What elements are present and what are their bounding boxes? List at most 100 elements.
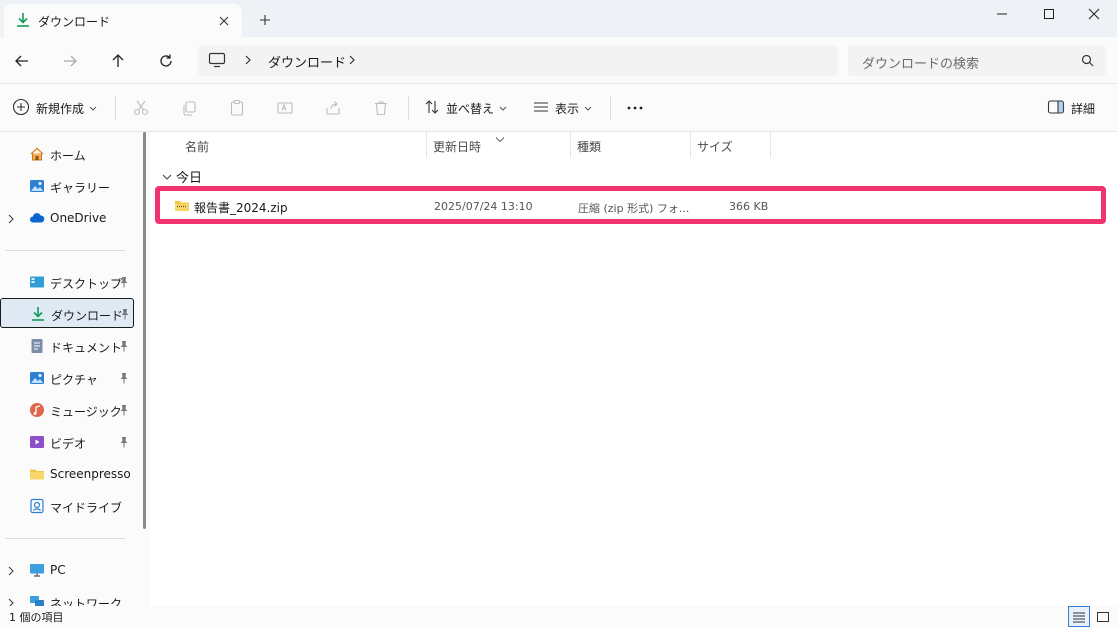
pin-icon[interactable]	[119, 340, 129, 355]
maximize-icon[interactable]	[1026, 0, 1072, 28]
sidebar-item-desktop[interactable]: デスクトップ	[0, 267, 134, 297]
scissors-icon[interactable]	[131, 98, 151, 118]
sidebar-item-label: ホーム	[50, 149, 86, 163]
video-icon	[29, 434, 45, 450]
download-icon	[15, 12, 31, 31]
address-bar[interactable]: ダウンロード	[198, 45, 838, 76]
sidebar-item-videos[interactable]: ビデオ	[0, 427, 134, 457]
document-icon	[29, 338, 45, 354]
monitor-icon	[208, 52, 226, 71]
file-date: 2025/07/24 13:10	[434, 200, 533, 213]
picture-icon	[29, 370, 45, 386]
gallery-icon	[29, 178, 45, 194]
column-header-type[interactable]: 種類	[577, 138, 601, 155]
sidebar-item-label: Screenpresso	[50, 467, 131, 481]
folder-icon	[29, 466, 45, 482]
zip-folder-icon	[174, 198, 190, 217]
chevron-right-icon[interactable]	[346, 53, 358, 70]
status-bar: 1 個の項目	[0, 606, 1117, 627]
up-arrow-icon[interactable]	[106, 49, 130, 73]
sidebar-item-label: マイドライブ	[50, 501, 123, 515]
search-input[interactable]: ダウンロードの検索	[848, 45, 1106, 76]
cloud-icon	[29, 210, 45, 226]
sidebar-item-downloads[interactable]: ダウンロード	[0, 298, 134, 328]
file-name[interactable]: 報告書_2024.zip	[194, 199, 288, 216]
chevron-down-icon	[89, 101, 97, 115]
tiles-view-icon[interactable]	[1092, 606, 1114, 627]
sidebar-item-label: ピクチャ	[50, 373, 98, 387]
tab-downloads[interactable]: ダウンロード	[4, 4, 242, 37]
details-view-icon[interactable]	[1068, 606, 1090, 627]
file-list: 名前 更新日時 種類 サイズ 今日 報告書_2024.zip 2025/07/2…	[152, 132, 1117, 606]
trash-icon[interactable]	[371, 98, 391, 118]
more-options-icon[interactable]	[625, 98, 645, 118]
group-header-today[interactable]: 今日	[162, 167, 202, 186]
sort-arrows-icon	[424, 99, 440, 118]
chevron-down-icon	[499, 101, 507, 115]
new-tab-icon[interactable]	[257, 12, 273, 28]
chevron-right-icon[interactable]	[7, 597, 15, 606]
tab-bar: ダウンロード	[0, 0, 1117, 37]
sort-button[interactable]: 並べ替え	[424, 94, 507, 122]
column-header-name[interactable]: 名前	[185, 138, 209, 155]
share-icon[interactable]	[323, 98, 343, 118]
minimize-icon[interactable]	[979, 0, 1025, 28]
divider	[610, 96, 611, 120]
music-icon	[29, 402, 45, 418]
sidebar-item-pictures[interactable]: ピクチャ	[0, 363, 134, 393]
sidebar-item-onedrive[interactable]: OneDrive	[0, 203, 134, 233]
pin-icon[interactable]	[120, 308, 130, 323]
forward-arrow-icon[interactable]	[58, 49, 82, 73]
sidebar-item-mydrive[interactable]: マイドライブ	[0, 491, 134, 521]
pc-icon	[29, 562, 45, 578]
column-divider[interactable]	[690, 132, 691, 158]
sidebar-item-home[interactable]: ホーム	[0, 139, 134, 169]
pin-icon[interactable]	[119, 404, 129, 419]
sidebar-item-screenpresso[interactable]: Screenpresso	[0, 459, 134, 489]
pin-icon[interactable]	[119, 436, 129, 451]
refresh-icon[interactable]	[154, 49, 178, 73]
back-arrow-icon[interactable]	[10, 49, 34, 73]
search-placeholder: ダウンロードの検索	[862, 57, 980, 72]
drive-icon	[29, 498, 45, 514]
close-window-icon[interactable]	[1071, 0, 1117, 28]
column-divider[interactable]	[570, 132, 571, 158]
pin-icon[interactable]	[119, 276, 129, 291]
sidebar-scrollbar[interactable]	[143, 132, 146, 529]
column-header-size[interactable]: サイズ	[697, 138, 733, 155]
chevron-right-icon[interactable]	[7, 213, 15, 227]
view-button[interactable]: 表示	[533, 94, 592, 122]
file-type: 圧縮 (zip 形式) フォ...	[578, 202, 690, 215]
column-divider[interactable]	[770, 132, 771, 158]
rename-icon[interactable]	[275, 98, 295, 118]
paste-icon[interactable]	[227, 98, 247, 118]
close-tab-icon[interactable]	[216, 13, 232, 29]
sidebar-item-documents[interactable]: ドキュメント	[0, 331, 134, 361]
chevron-right-icon[interactable]	[7, 565, 15, 579]
breadcrumb-downloads[interactable]: ダウンロード	[268, 52, 346, 71]
sidebar-item-label: ギャラリー	[50, 181, 111, 195]
sidebar-item-label: ドキュメント	[50, 341, 123, 355]
pin-icon[interactable]	[119, 372, 129, 387]
sidebar-item-gallery[interactable]: ギャラリー	[0, 171, 134, 201]
divider	[5, 250, 125, 251]
chevron-right-icon[interactable]	[242, 53, 254, 70]
column-header-date[interactable]: 更新日時	[433, 138, 481, 155]
column-divider[interactable]	[426, 132, 427, 158]
download-icon	[30, 306, 46, 322]
plus-circle-icon	[12, 98, 30, 119]
sidebar-item-pc[interactable]: PC	[0, 555, 134, 585]
sort-button-label: 並べ替え	[446, 101, 495, 116]
sidebar-item-network[interactable]: ネットワーク	[0, 587, 134, 606]
navigation-pane: ホーム ギャラリー OneDrive デスクトップ ダウンロード ドキュメント …	[0, 132, 150, 606]
search-icon	[1081, 54, 1094, 70]
details-pane-button[interactable]: 詳細	[1047, 94, 1095, 122]
divider	[408, 96, 409, 120]
sidebar-item-music[interactable]: ミュージック	[0, 395, 134, 425]
group-label: 今日	[176, 171, 203, 186]
copy-icon[interactable]	[179, 98, 199, 118]
command-bar: 新規作成 並べ替え 表示 詳細	[0, 84, 1117, 132]
table-row[interactable]: 報告書_2024.zip 2025/07/24 13:10 圧縮 (zip 形式…	[155, 186, 1106, 224]
new-button[interactable]: 新規作成	[12, 94, 97, 122]
tab-title: ダウンロード	[38, 15, 111, 29]
